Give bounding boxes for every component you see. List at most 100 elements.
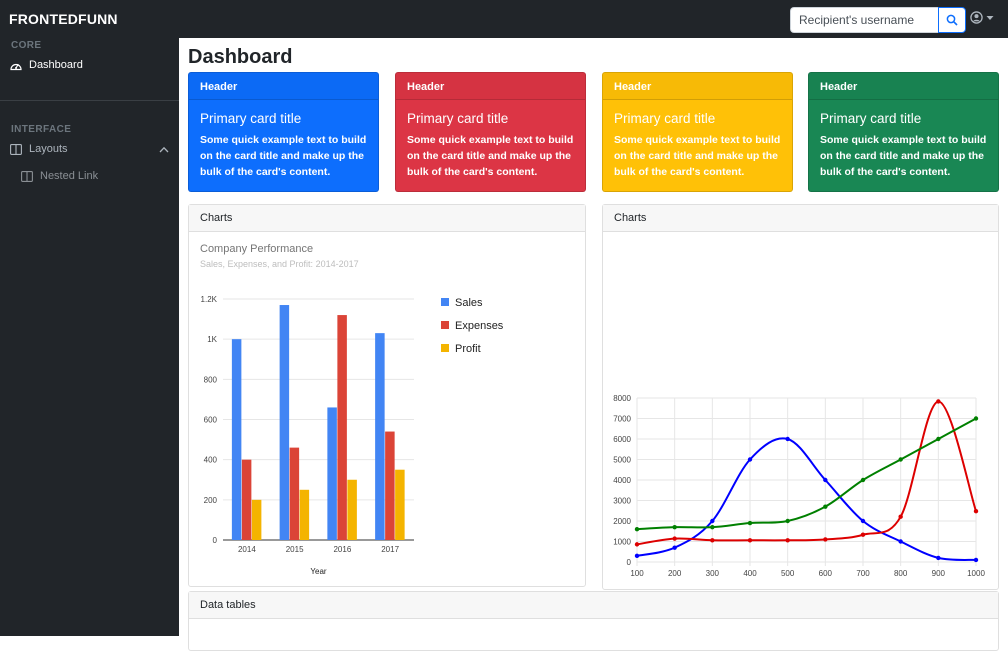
legend-label: Expenses <box>455 320 504 332</box>
y-tick-label: 0 <box>627 558 632 567</box>
y-tick-label: 7000 <box>613 415 631 424</box>
data-point <box>936 399 941 404</box>
bar-expenses <box>337 315 347 540</box>
card-header: Header <box>396 73 585 100</box>
data-point <box>747 457 753 462</box>
data-point <box>823 537 828 542</box>
x-tick-label: 2014 <box>238 545 256 554</box>
x-tick-label: 200 <box>668 569 682 578</box>
y-tick-label: 200 <box>204 496 218 505</box>
search-input[interactable] <box>790 7 938 33</box>
data-point <box>936 555 941 561</box>
card-title: Primary card title <box>407 111 509 126</box>
user-dropdown[interactable] <box>970 11 994 24</box>
card-title: Primary card title <box>614 111 716 126</box>
legend-swatch-profit <box>441 344 449 352</box>
data-point <box>973 416 979 421</box>
bar-sales <box>279 305 290 540</box>
bar-profit <box>299 489 310 540</box>
bar-sales <box>375 333 385 540</box>
sidebar-heading-interface: INTERFACE <box>11 124 72 135</box>
sidebar-item-label: Layouts <box>29 143 68 155</box>
data-point <box>785 518 790 524</box>
brand-logo[interactable]: FRONTEDFUNN <box>0 11 118 27</box>
y-tick-label: 1.2K <box>201 295 218 304</box>
main-content: Dashboard Header Primary card title Some… <box>179 38 1008 651</box>
card-header: Header <box>809 73 998 100</box>
x-tick-label: 500 <box>781 569 795 578</box>
columns-icon <box>10 143 22 155</box>
data-point <box>785 436 790 442</box>
panel-header: Charts <box>603 205 998 232</box>
y-tick-label: 1000 <box>613 538 631 547</box>
card-text: Some quick example text to build on the … <box>407 134 574 178</box>
y-tick-label: 4000 <box>613 476 631 485</box>
y-tick-label: 6000 <box>613 435 631 444</box>
data-point <box>672 545 677 550</box>
data-point <box>747 520 753 526</box>
bar-chart-panel: Charts Company Performance Sales, Expens… <box>188 204 586 587</box>
y-tick-label: 800 <box>204 375 218 384</box>
y-tick-label: 2000 <box>613 517 631 526</box>
bar-expenses <box>289 447 300 540</box>
data-point <box>634 553 640 559</box>
bar-sales <box>327 407 337 540</box>
sidebar-divider <box>0 100 179 101</box>
y-tick-label: 600 <box>204 416 218 425</box>
card-title: Primary card title <box>200 111 302 126</box>
data-point <box>898 457 903 462</box>
x-tick-label: 800 <box>894 569 908 578</box>
series-line-1 <box>636 400 977 546</box>
bar-expenses <box>241 459 252 540</box>
panel-header: Data tables <box>189 592 998 619</box>
card-primary: Header Primary card title Some quick exa… <box>188 72 379 192</box>
chevron-up-icon[interactable] <box>159 146 169 153</box>
card-danger: Header Primary card title Some quick exa… <box>395 72 586 192</box>
y-tick-label: 3000 <box>613 497 631 506</box>
data-point <box>936 436 941 442</box>
data-point <box>860 518 866 524</box>
data-point <box>973 508 979 514</box>
x-axis-title: Year <box>310 567 327 576</box>
sidebar-heading-core: CORE <box>11 40 42 51</box>
y-tick-label: 1K <box>207 335 217 344</box>
line-chart-panel: Charts 0 1000 2000 3000 4000 5000 6000 7000 8000… <box>602 204 999 590</box>
search-form <box>790 7 966 33</box>
legend-swatch-expenses <box>441 321 449 329</box>
data-point <box>672 536 677 541</box>
data-point <box>634 542 640 547</box>
data-point <box>898 514 903 519</box>
page-title: Dashboard <box>188 46 293 68</box>
card-title: Primary card title <box>820 111 922 126</box>
search-button[interactable] <box>938 7 966 33</box>
panel-header: Charts <box>189 205 585 232</box>
data-point <box>672 524 677 530</box>
data-point <box>973 557 979 563</box>
caret-down-icon <box>986 15 994 20</box>
x-tick-label: 2015 <box>286 545 304 554</box>
x-tick-label: 300 <box>706 569 720 578</box>
legend-swatch-sales <box>441 298 449 306</box>
y-tick-label: 400 <box>204 456 218 465</box>
x-tick-label: 600 <box>819 569 833 578</box>
data-point <box>710 538 715 543</box>
sidebar-item-dashboard[interactable]: Dashboard <box>10 59 83 71</box>
bar-sales <box>231 339 242 540</box>
sidebar-item-nested-link[interactable]: Nested Link <box>21 170 98 182</box>
x-tick-label: 100 <box>630 569 644 578</box>
data-point <box>710 524 715 530</box>
y-tick-label: 0 <box>213 536 218 545</box>
card-warning: Header Primary card title Some quick exa… <box>602 72 793 192</box>
data-point <box>823 504 828 509</box>
bar-profit <box>251 499 262 540</box>
bar-expenses <box>385 431 395 540</box>
x-tick-label: 1000 <box>967 569 985 578</box>
sidebar-item-label: Dashboard <box>29 59 83 71</box>
data-point <box>747 538 753 543</box>
bar-chart: 0 200 400 600 800 1K 1.2K 2014 2015 2016 2017 Year S… <box>201 295 504 576</box>
x-tick-label: 900 <box>932 569 946 578</box>
columns-icon <box>21 170 33 182</box>
card-header: Header <box>189 73 378 100</box>
top-navbar: FRONTEDFUNN <box>0 0 1008 38</box>
sidebar-item-layouts[interactable]: Layouts <box>10 143 170 155</box>
